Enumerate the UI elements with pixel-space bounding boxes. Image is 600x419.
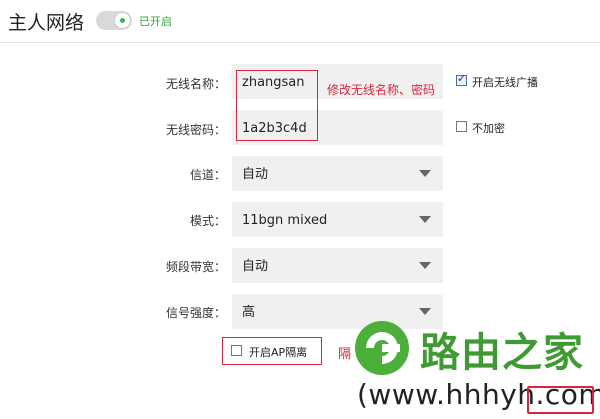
channel-value: 自动 bbox=[242, 167, 269, 182]
mode-value: 11bgn mixed bbox=[242, 213, 328, 228]
highlight-box bbox=[236, 70, 318, 141]
toggle-knob bbox=[114, 12, 131, 29]
channel-select[interactable]: 自动 bbox=[232, 156, 443, 191]
bandwidth-label: 频段带宽： bbox=[165, 260, 226, 274]
broadcast-label: 开启无线广播 bbox=[472, 76, 538, 89]
ap-isolation-label: 开启AP隔离 bbox=[249, 346, 308, 359]
page-header: 主人网络 已开启 bbox=[0, 0, 600, 43]
edit-annotation: 修改无线名称、密码 bbox=[327, 83, 436, 97]
bandwidth-value: 自动 bbox=[242, 259, 269, 274]
watermark-brand: 路由之家 bbox=[420, 330, 584, 376]
mode-label: 模式： bbox=[189, 214, 226, 228]
no-encrypt-label: 不加密 bbox=[472, 122, 505, 135]
chevron-down-icon bbox=[419, 216, 431, 223]
network-toggle[interactable] bbox=[96, 11, 132, 30]
mode-select[interactable]: 11bgn mixed bbox=[232, 202, 443, 237]
power-value: 高 bbox=[242, 305, 256, 320]
broadcast-checkbox[interactable] bbox=[456, 72, 467, 86]
channel-label: 信道： bbox=[189, 168, 226, 182]
chevron-down-icon bbox=[419, 262, 431, 269]
ssid-label: 无线名称： bbox=[165, 77, 226, 91]
chevron-down-icon bbox=[419, 308, 431, 315]
power-label: 信号强度： bbox=[165, 306, 226, 320]
bandwidth-select[interactable]: 自动 bbox=[232, 248, 443, 283]
no-encrypt-checkbox[interactable] bbox=[456, 121, 467, 132]
ap-isolation-checkbox[interactable] bbox=[231, 345, 242, 356]
partial-annotation: 隔 bbox=[338, 347, 352, 362]
page-title: 主人网络 bbox=[8, 12, 85, 34]
watermark-logo-icon bbox=[355, 321, 409, 375]
toggle-status-text: 已开启 bbox=[139, 15, 172, 28]
password-label: 无线密码： bbox=[165, 123, 226, 137]
save-button-highlight[interactable] bbox=[527, 386, 594, 414]
chevron-down-icon bbox=[419, 170, 431, 177]
